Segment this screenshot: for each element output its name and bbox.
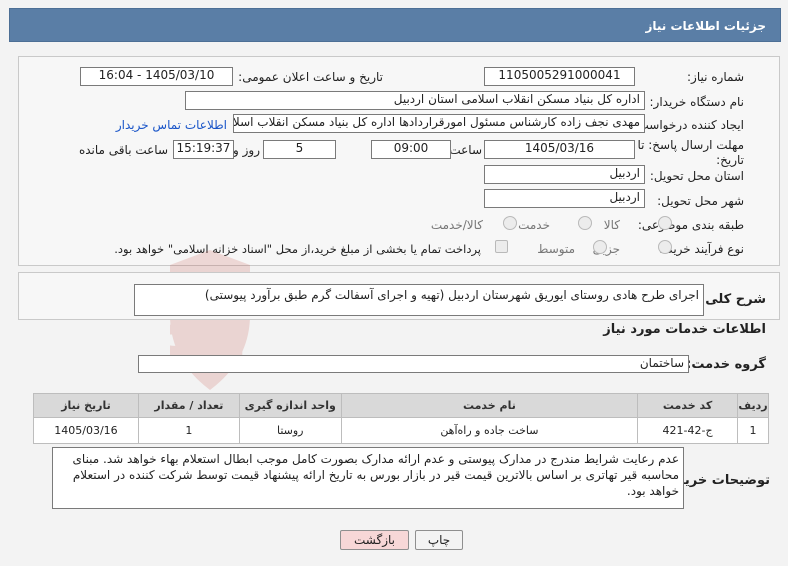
cell-service-code: ج-42-421 — [637, 417, 739, 444]
category-option-service: خدمت — [518, 218, 550, 232]
col-service-code: کد خدمت — [637, 393, 739, 418]
services-table: ردیف کد خدمت نام خدمت واحد اندازه گیری ت… — [33, 393, 769, 444]
payment-note: پرداخت تمام یا بخشی از مبلغ خرید،از محل … — [114, 242, 481, 256]
service-group-label: گروه خدمت: — [686, 357, 766, 372]
col-quantity: تعداد / مقدار — [137, 393, 240, 418]
deadline-time-label: ساعت — [449, 143, 482, 157]
province-field[interactable]: اردبیل — [484, 165, 645, 184]
category-radio-service[interactable] — [578, 216, 592, 230]
buyer-org-label: نام دستگاه خریدار: — [649, 95, 745, 109]
days-field[interactable]: 5 — [263, 140, 336, 159]
col-row-number: ردیف — [737, 393, 769, 418]
category-option-goods-service: کالا/خدمت — [430, 218, 483, 232]
payment-checkbox[interactable] — [495, 240, 508, 253]
category-radio-goods[interactable] — [658, 216, 672, 230]
days-label: روز و — [233, 143, 260, 157]
category-option-goods: کالا — [603, 218, 620, 232]
page-title: جزئیات اطلاعات نیاز — [645, 19, 766, 33]
print-button[interactable]: چاپ — [415, 530, 463, 550]
buyer-contact-link[interactable]: اطلاعات تماس خریدار — [116, 118, 227, 132]
announce-label: تاریخ و ساعت اعلان عمومی: — [238, 70, 383, 84]
cell-row-number: 1 — [737, 417, 769, 444]
process-label: نوع فرآیند خرید : — [659, 242, 744, 256]
buyer-org-field[interactable]: اداره کل بنیاد مسکن انقلاب اسلامی استان … — [185, 91, 645, 110]
province-label: استان محل تحویل: — [649, 169, 744, 183]
deadline-date-field[interactable]: 1405/03/16 — [484, 140, 635, 159]
cell-need-date: 1405/03/16 — [33, 417, 139, 444]
cell-unit: روستا — [238, 417, 342, 444]
summary-textarea[interactable]: اجرای طرح هادی روستای ایوریق شهرستان ارد… — [134, 284, 704, 316]
need-number-label: شماره نیاز: — [687, 70, 744, 84]
col-service-name: نام خدمت — [340, 393, 639, 418]
col-unit: واحد اندازه گیری — [238, 393, 342, 418]
col-need-date: تاریخ نیاز — [33, 393, 139, 418]
requester-field[interactable]: مهدی نجف زاده کارشناس مسئول امورقرارداده… — [233, 114, 645, 133]
details-panel — [18, 56, 780, 266]
process-radio-minor[interactable] — [658, 240, 672, 254]
announce-field[interactable]: 1405/03/10 - 16:04 — [80, 67, 233, 86]
service-group-field[interactable]: ساختمان — [138, 355, 689, 373]
cell-service-name: ساخت جاده و راه‌آهن — [340, 417, 639, 444]
process-radio-medium[interactable] — [593, 240, 607, 254]
remaining-label: ساعت باقی مانده — [78, 143, 168, 157]
buyer-notes-textarea[interactable]: عدم رعایت شرایط مندرج در مدارک پیوستی و … — [52, 447, 684, 509]
table-header-row: ردیف کد خدمت نام خدمت واحد اندازه گیری ت… — [33, 393, 769, 418]
deadline-label-line2: تاریخ: — [716, 153, 744, 167]
city-field[interactable]: اردبیل — [484, 189, 645, 208]
table-row[interactable]: 1 ج-42-421 ساخت جاده و راه‌آهن روستا 1 1… — [33, 417, 769, 444]
services-section-title: اطلاعات خدمات مورد نیاز — [603, 322, 766, 337]
deadline-time-field[interactable]: 09:00 — [371, 140, 451, 159]
deadline-label-line1: مهلت ارسال پاسخ: تا — [637, 138, 744, 152]
remaining-time-field[interactable]: 15:19:37 — [173, 140, 234, 159]
city-label: شهر محل تحویل: — [657, 194, 744, 208]
page-header: جزئیات اطلاعات نیاز — [9, 8, 781, 42]
cell-quantity: 1 — [137, 417, 240, 444]
requester-label: ایجاد کننده درخواست: — [633, 118, 744, 132]
process-option-medium: متوسط — [537, 242, 575, 256]
back-button[interactable]: بازگشت — [340, 530, 409, 550]
category-radio-goods-service[interactable] — [503, 216, 517, 230]
need-number-field[interactable]: 1105005291000041 — [484, 67, 635, 86]
category-label: طبقه بندی موضوعی: — [637, 218, 744, 232]
